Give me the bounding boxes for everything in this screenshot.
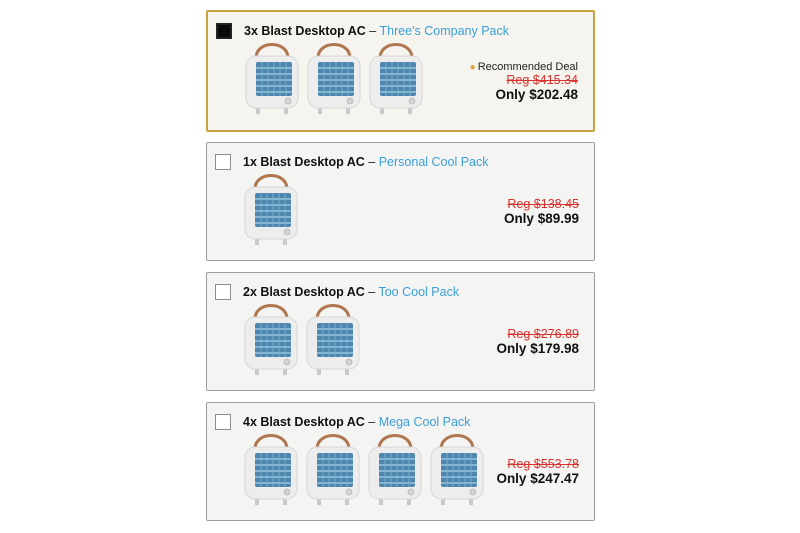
offer-card-2x[interactable]: 2x Blast Desktop AC – Too Cool Pack Reg … <box>206 272 595 391</box>
offer-title: 3x Blast Desktop AC – Three's Company Pa… <box>244 24 509 38</box>
offer-title: 4x Blast Desktop AC – Mega Cool Pack <box>243 415 470 429</box>
offer-pricing: Reg $553.78 Only $247.47 <box>496 457 579 486</box>
regular-price: Reg $276.89 <box>507 327 579 341</box>
desktop-ac-image <box>243 434 299 507</box>
badge-label: Recommended Deal <box>477 61 578 73</box>
badge-dot-icon: ● <box>469 62 476 73</box>
desktop-ac-image <box>305 304 361 377</box>
offer-pricing: ● Recommended Deal Reg $415.34 Only $202.… <box>470 61 578 102</box>
offer-checkbox[interactable] <box>215 284 231 300</box>
desktop-ac-image <box>368 43 424 116</box>
desktop-ac-image <box>244 43 300 116</box>
offer-pack-name: Personal Cool Pack <box>378 155 489 169</box>
title-separator: – <box>369 24 377 38</box>
offer-pricing: Reg $276.89 Only $179.98 <box>496 327 579 356</box>
desktop-ac-image <box>429 434 485 507</box>
title-separator: – <box>368 415 376 429</box>
offer-price: Only $89.99 <box>503 211 579 226</box>
offer-checkbox[interactable] <box>215 414 231 430</box>
offer-pack-name: Too Cool Pack <box>378 285 460 299</box>
offer-pack-name: Mega Cool Pack <box>378 415 471 429</box>
offer-card-1x[interactable]: 1x Blast Desktop AC – Personal Cool Pack… <box>206 142 595 261</box>
offer-card-4x[interactable]: 4x Blast Desktop AC – Mega Cool Pack Reg… <box>206 402 595 521</box>
offer-price: Only $179.98 <box>496 341 579 356</box>
offer-list: 3x Blast Desktop AC – Three's Company Pa… <box>0 0 800 533</box>
offer-pack-name: Three's Company Pack <box>379 24 510 38</box>
offer-checkbox[interactable] <box>215 154 231 170</box>
offer-card-3x[interactable]: 3x Blast Desktop AC – Three's Company Pa… <box>206 10 595 132</box>
offer-title: 2x Blast Desktop AC – Too Cool Pack <box>243 285 459 299</box>
desktop-ac-image <box>306 43 362 116</box>
offer-qty-label: 4x Blast Desktop AC <box>243 415 365 429</box>
offer-pricing: Reg $138.45 Only $89.99 <box>504 197 579 226</box>
desktop-ac-image <box>243 304 299 377</box>
regular-price: Reg $138.45 <box>507 197 579 211</box>
desktop-ac-image <box>305 434 361 507</box>
desktop-ac-image <box>367 434 423 507</box>
recommended-badge: ● Recommended Deal <box>470 61 578 73</box>
offer-qty-label: 1x Blast Desktop AC <box>243 155 365 169</box>
desktop-ac-image <box>243 174 299 247</box>
title-separator: – <box>368 285 376 299</box>
offer-qty-label: 2x Blast Desktop AC <box>243 285 365 299</box>
offer-price: Only $202.48 <box>495 87 578 102</box>
offer-qty-label: 3x Blast Desktop AC <box>244 24 366 38</box>
offer-price: Only $247.47 <box>496 471 579 486</box>
regular-price: Reg $415.34 <box>506 73 578 87</box>
offer-checkbox[interactable] <box>216 23 232 39</box>
regular-price: Reg $553.78 <box>507 457 579 471</box>
offer-title: 1x Blast Desktop AC – Personal Cool Pack <box>243 155 489 169</box>
title-separator: – <box>368 155 376 169</box>
